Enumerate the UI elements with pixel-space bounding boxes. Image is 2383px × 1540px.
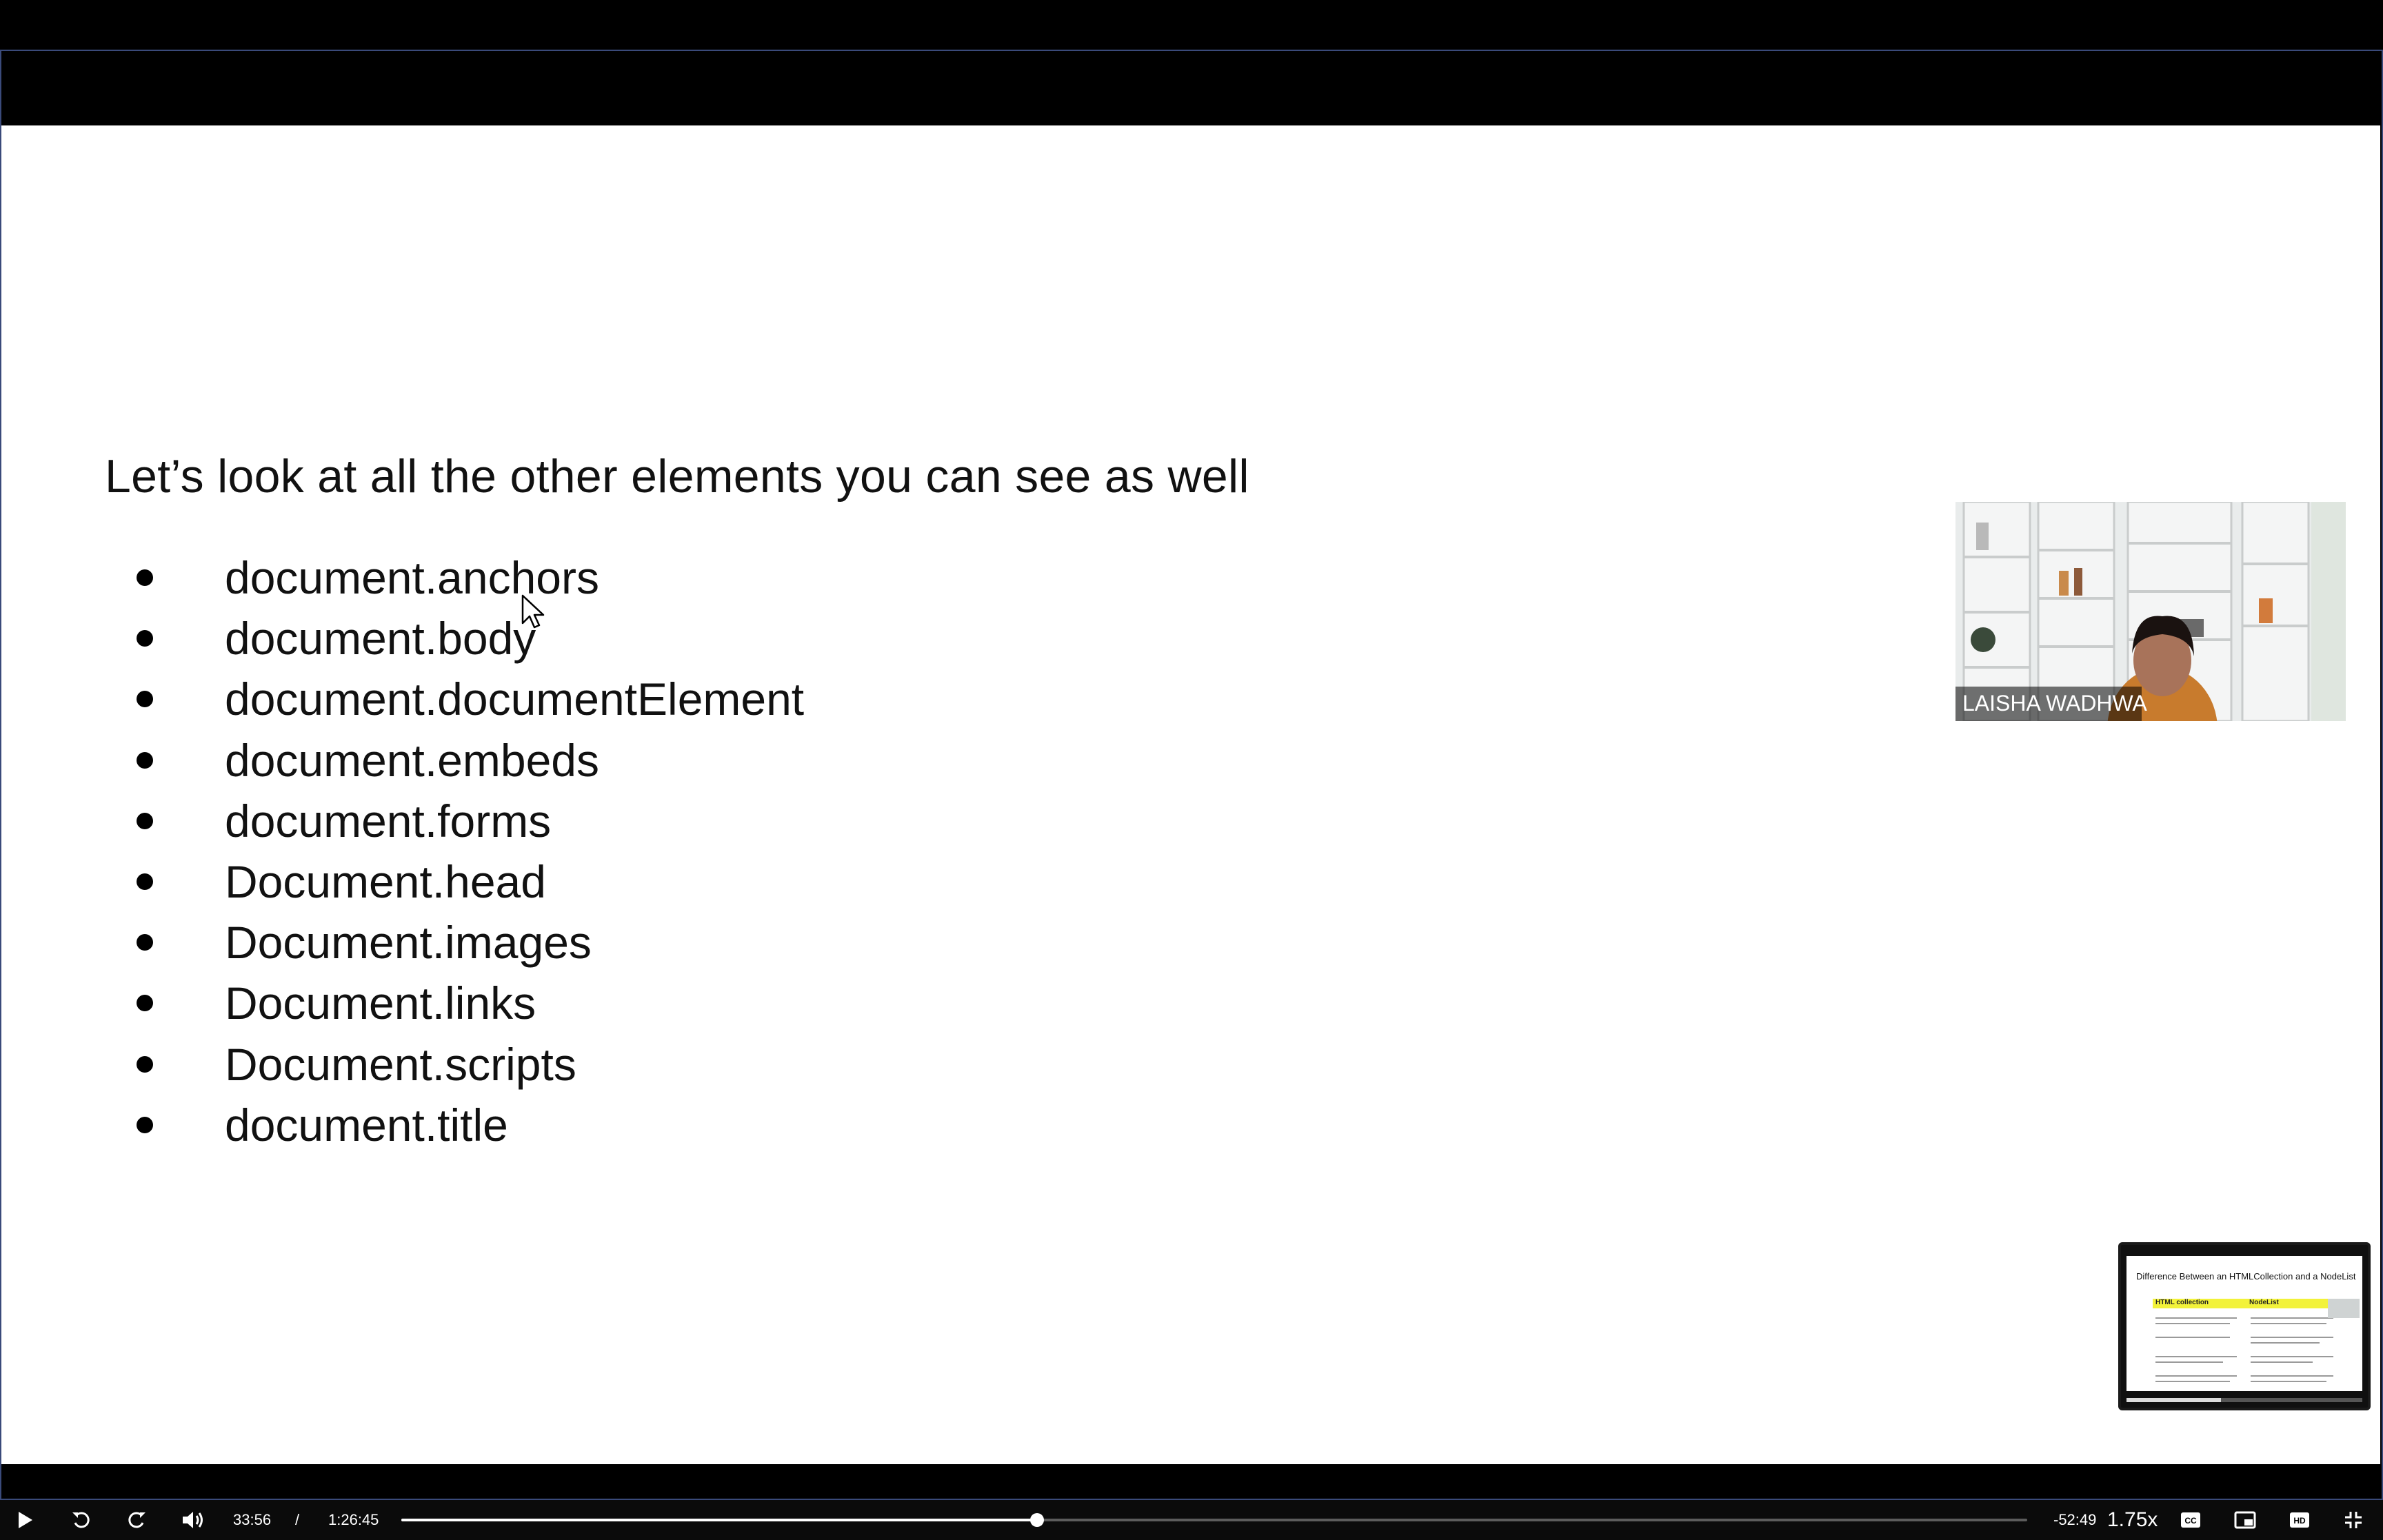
picture-in-picture-icon (2234, 1511, 2256, 1529)
svg-text:CC: CC (2184, 1516, 2197, 1526)
captions-button[interactable]: CC (2179, 1509, 2202, 1531)
preview-progress (2126, 1398, 2362, 1402)
remaining-time: -52:49 (2053, 1511, 2097, 1528)
exit-fullscreen-button[interactable] (2342, 1509, 2365, 1531)
rewind-icon (72, 1512, 90, 1528)
duration: 1:26:45 (328, 1511, 379, 1528)
bullet-dot-icon (137, 1116, 153, 1133)
bullet-text: document.documentElement (225, 673, 805, 725)
player-controls: 33:56 / 1:26:45 -52:49 1.75x CC HD (0, 1500, 2383, 1540)
bullet-dot-icon (137, 934, 153, 951)
volume-icon (183, 1512, 203, 1528)
bullet-text: document.embeds (225, 734, 599, 786)
bullet-dot-icon (137, 751, 153, 769)
playback-speed-button[interactable]: 1.75x (2107, 1500, 2158, 1540)
bullet-item: document.anchors (137, 547, 804, 608)
bullet-text: Document.scripts (225, 1038, 576, 1090)
bullet-item: document.title (137, 1095, 804, 1155)
forward-button[interactable] (124, 1509, 149, 1531)
preview-table-lines (2155, 1299, 2360, 1382)
preview-slide: Difference Between an HTMLCollection and… (2126, 1256, 2362, 1391)
bullet-text: document.title (225, 1099, 508, 1151)
bullet-item: document.documentElement (137, 669, 804, 729)
forward-icon (128, 1512, 145, 1528)
bullet-text: Document.head (225, 856, 546, 908)
bullet-item: Document.scripts (137, 1034, 804, 1095)
play-icon (19, 1512, 32, 1528)
bullet-item: document.forms (137, 791, 804, 851)
progress-bar[interactable] (401, 1513, 2027, 1527)
bullet-item: document.body (137, 608, 804, 669)
bullet-dot-icon (137, 873, 153, 891)
volume-button[interactable] (181, 1509, 205, 1531)
next-video-preview[interactable]: Difference Between an HTMLCollection and… (2118, 1242, 2371, 1410)
bullet-dot-icon (137, 812, 153, 829)
bullet-dot-icon (137, 630, 153, 647)
rewind-button[interactable] (69, 1509, 94, 1531)
webcam-image (1955, 502, 2346, 721)
time-separator: / (295, 1511, 300, 1528)
current-time: 33:56 (233, 1511, 272, 1528)
picture-in-picture-button[interactable] (2233, 1509, 2258, 1531)
mouse-cursor-icon (521, 594, 545, 629)
bullet-text: document.body (225, 613, 536, 665)
svg-text:HD: HD (2293, 1516, 2306, 1526)
hd-button[interactable]: HD (2288, 1509, 2311, 1531)
bullet-text: Document.links (225, 977, 536, 1029)
speaker-name: LAISHA WADHWA (1962, 691, 2147, 716)
captions-icon: CC (2181, 1512, 2200, 1528)
slide-heading: Let’s look at all the other elements you… (105, 450, 1249, 503)
bullet-item: document.embeds (137, 730, 804, 791)
bullet-dot-icon (137, 1055, 153, 1073)
bullet-dot-icon (137, 691, 153, 708)
slide: Let’s look at all the other elements you… (1, 125, 2380, 1464)
bullet-item: Document.images (137, 912, 804, 973)
video-player: Let’s look at all the other elements you… (0, 0, 2383, 1540)
play-button[interactable] (14, 1509, 36, 1531)
bullet-text: document.forms (225, 795, 552, 847)
hd-icon: HD (2290, 1512, 2309, 1528)
bullet-dot-icon (137, 569, 153, 587)
bullet-item: Document.links (137, 973, 804, 1033)
bullet-list: document.anchors document.body document.do… (137, 547, 804, 1155)
exit-fullscreen-icon (2345, 1512, 2362, 1528)
webcam-overlay: LAISHA WADHWA (1955, 502, 2346, 721)
progress-handle[interactable] (1029, 1513, 1044, 1527)
progress-fill (401, 1519, 1037, 1521)
bullet-dot-icon (137, 995, 153, 1012)
bullet-text: Document.images (225, 917, 592, 969)
bullet-item: Document.head (137, 851, 804, 912)
